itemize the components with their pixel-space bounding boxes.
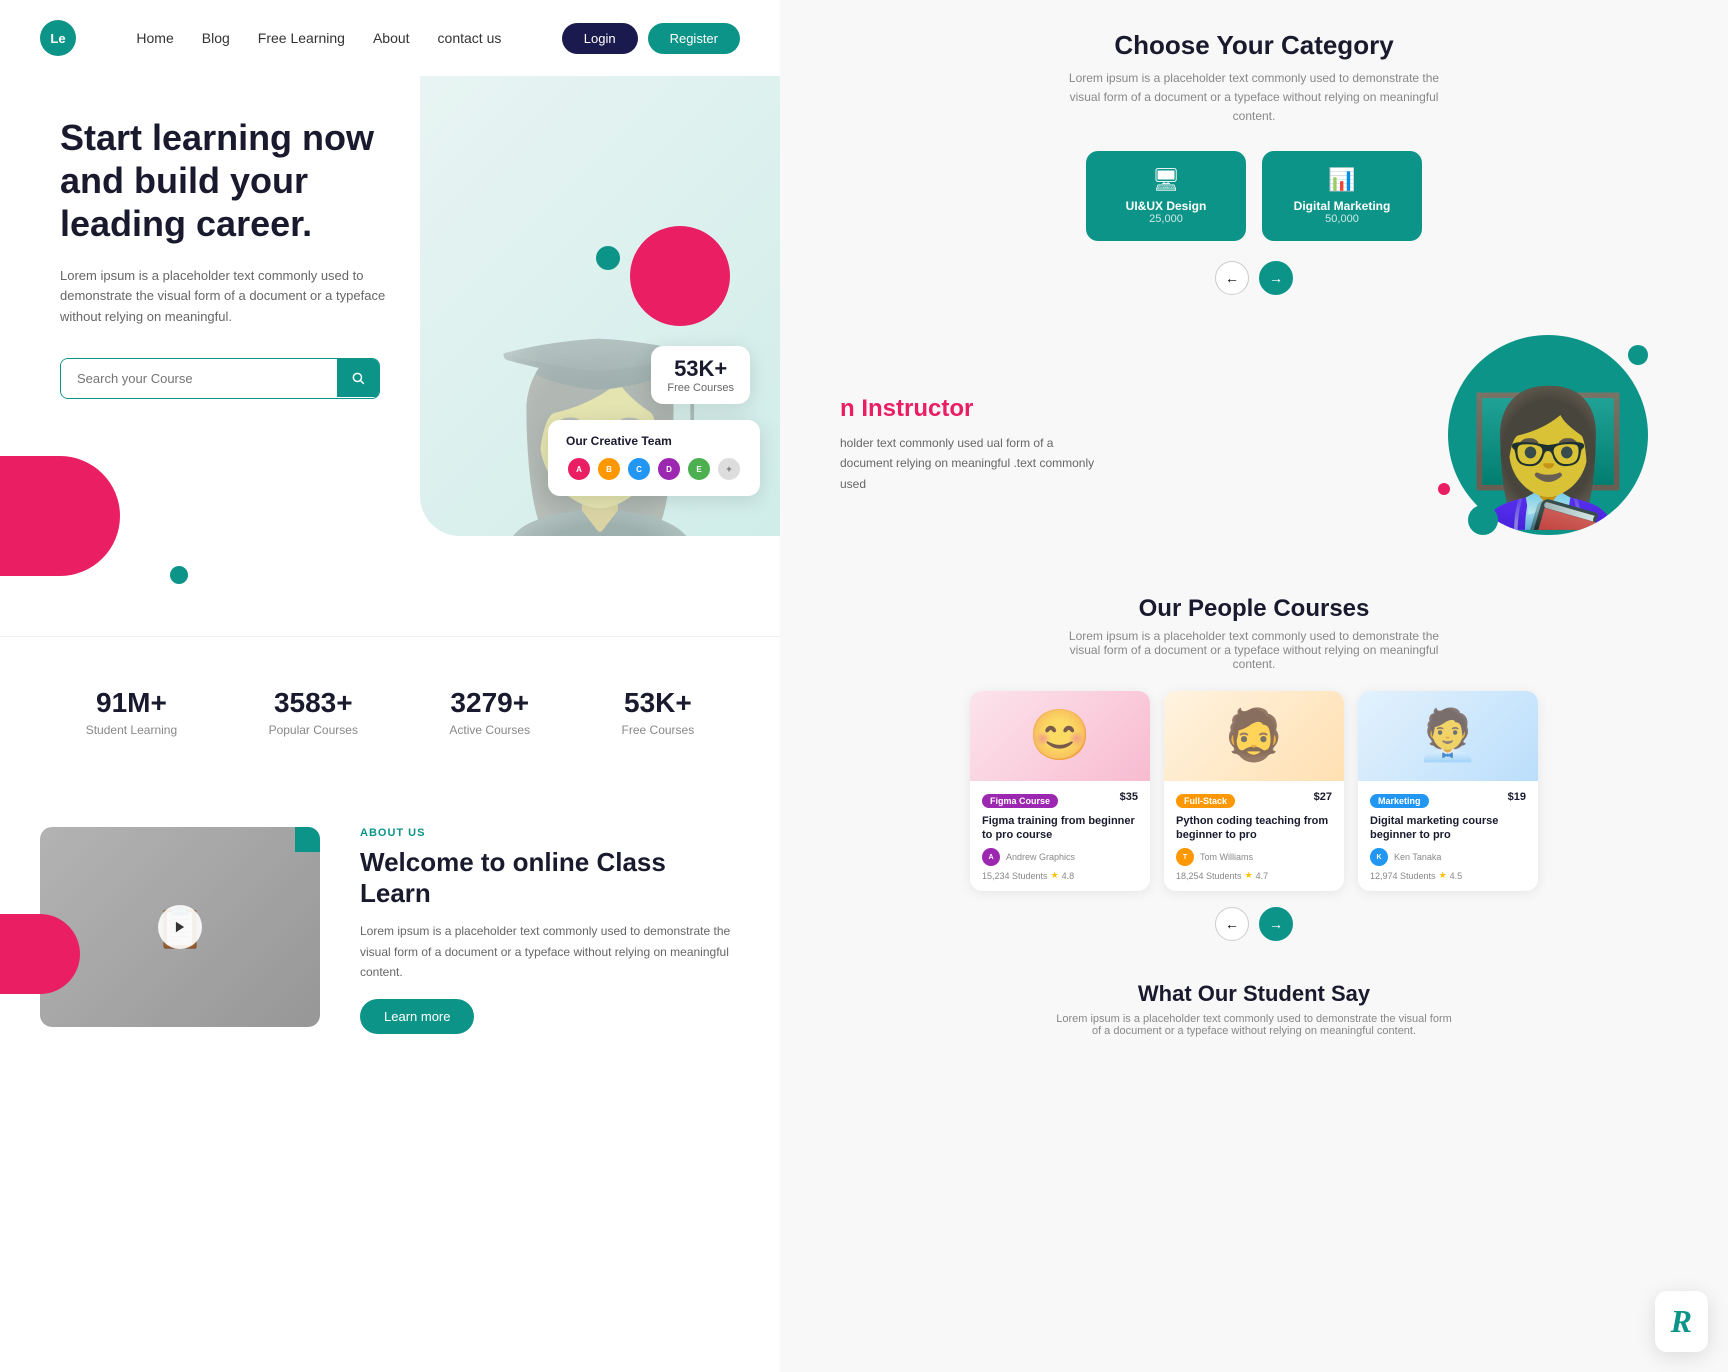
about-text: ABOUT US Welcome to online Class Learn L… bbox=[360, 827, 740, 1034]
instructor-title: n Instructor bbox=[840, 395, 1418, 423]
courses-section: Our People Courses Lorem ipsum is a plac… bbox=[780, 575, 1728, 962]
avatar-4: D bbox=[656, 456, 682, 482]
hero-description: Lorem ipsum is a placeholder text common… bbox=[60, 266, 400, 328]
team-card: Our Creative Team A B C D E + bbox=[548, 420, 760, 496]
hero-text: Start learning now and build your leadin… bbox=[60, 116, 440, 399]
cat-card-uiux[interactable]: 🖥 UI&UX Design 25,000 bbox=[1086, 151, 1246, 241]
course-cards: 😊 Figma Course $35 Figma training from b… bbox=[840, 691, 1668, 892]
avatar-1: A bbox=[566, 456, 592, 482]
nav-home[interactable]: Home bbox=[136, 30, 173, 46]
nav-free-learning[interactable]: Free Learning bbox=[258, 30, 345, 46]
course-rating-figma: 15,234 Students ★ 4.8 bbox=[982, 870, 1138, 881]
course-img-figma: 😊 bbox=[970, 691, 1150, 781]
nav-links: Home Blog Free Learning About contact us bbox=[106, 30, 532, 46]
stats-row: 91M+ Student Learning 3583+ Popular Cour… bbox=[0, 636, 780, 767]
search-bar bbox=[60, 358, 380, 399]
instructor-avatar-3: K bbox=[1370, 848, 1388, 866]
hero-section: Start learning now and build your leadin… bbox=[0, 76, 780, 556]
marketing-icon: 📊 bbox=[1328, 167, 1355, 193]
courses-badge: 53K+ Free Courses bbox=[651, 346, 750, 404]
course-card-marketing[interactable]: 🧑‍💼 Marketing $19 Digital marketing cour… bbox=[1358, 691, 1538, 892]
course-card-figma[interactable]: 😊 Figma Course $35 Figma training from b… bbox=[970, 691, 1150, 892]
course-img-marketing: 🧑‍💼 bbox=[1358, 691, 1538, 781]
student-say-section: What Our Student Say Lorem ipsum is a pl… bbox=[780, 961, 1728, 1057]
instructor-image: 👩‍🏫 bbox=[1448, 335, 1668, 555]
search-input[interactable] bbox=[61, 359, 337, 398]
category-nav: ← → bbox=[840, 261, 1668, 295]
play-button[interactable] bbox=[158, 905, 202, 949]
teal-circle-video bbox=[295, 827, 320, 852]
avatar-more: + bbox=[716, 456, 742, 482]
stat-active: 3279+ Active Courses bbox=[449, 687, 530, 737]
course-img-python: 🧔 bbox=[1164, 691, 1344, 781]
uiux-icon: 🖥 bbox=[1152, 167, 1180, 193]
register-button[interactable]: Register bbox=[648, 23, 740, 54]
about-section: 📋 ABOUT US Welcome to online Class Learn… bbox=[0, 787, 780, 1074]
learn-more-button[interactable]: Learn more bbox=[360, 999, 474, 1034]
cat-card-marketing[interactable]: 📊 Digital Marketing 50,000 bbox=[1262, 151, 1422, 241]
nav-contact[interactable]: contact us bbox=[438, 30, 502, 46]
course-body-marketing: Marketing $19 Digital marketing course b… bbox=[1358, 781, 1538, 892]
login-button[interactable]: Login bbox=[562, 23, 638, 54]
courses-prev-button[interactable]: ← bbox=[1215, 907, 1249, 941]
instructor-desc: holder text commonly used ual form of a … bbox=[840, 433, 1100, 494]
pink-shape-bottom bbox=[0, 914, 80, 994]
teal-dot-decoration bbox=[596, 246, 620, 270]
courses-nav: ← → bbox=[840, 907, 1668, 941]
category-section: Choose Your Category Lorem ipsum is a pl… bbox=[780, 0, 1728, 315]
hero-title: Start learning now and build your leadin… bbox=[60, 116, 440, 246]
nav-buttons: Login Register bbox=[562, 23, 740, 54]
video-overlay bbox=[40, 827, 320, 1027]
teal-dot-left bbox=[170, 566, 188, 584]
avatar-5: E bbox=[686, 456, 712, 482]
category-cards: 🖥 UI&UX Design 25,000 📊 Digital Marketin… bbox=[840, 151, 1668, 241]
logo[interactable]: Le bbox=[40, 20, 76, 56]
instructor-text: n Instructor holder text commonly used u… bbox=[840, 395, 1418, 494]
course-meta-python: T Tom Williams bbox=[1176, 848, 1332, 866]
pink-dot-left bbox=[1438, 483, 1450, 495]
team-avatars: A B C D E + bbox=[566, 456, 742, 482]
watermark: R bbox=[1655, 1291, 1708, 1352]
pink-circle-decoration bbox=[630, 226, 730, 326]
navbar: Le Home Blog Free Learning About contact… bbox=[0, 0, 780, 76]
pink-shape-left bbox=[0, 456, 120, 576]
hero-image-area: 👩‍🎓 53K+ Free Courses Our Creative Team … bbox=[400, 76, 780, 556]
watermark-icon: R bbox=[1671, 1303, 1692, 1340]
instructor-section: n Instructor holder text commonly used u… bbox=[780, 315, 1728, 575]
teal-dot-bottom bbox=[1468, 505, 1498, 535]
avatar-2: B bbox=[596, 456, 622, 482]
search-button[interactable] bbox=[337, 359, 379, 397]
nav-blog[interactable]: Blog bbox=[202, 30, 230, 46]
stat-free: 53K+ Free Courses bbox=[622, 687, 695, 737]
course-card-python[interactable]: 🧔 Full-Stack $27 Python coding teaching … bbox=[1164, 691, 1344, 892]
course-meta-marketing: K Ken Tanaka bbox=[1370, 848, 1526, 866]
instructor-avatar-1: A bbox=[982, 848, 1000, 866]
instructor-avatar-2: T bbox=[1176, 848, 1194, 866]
nav-about[interactable]: About bbox=[373, 30, 410, 46]
course-rating-marketing: 12,974 Students ★ 4.5 bbox=[1370, 870, 1526, 881]
stat-students: 91M+ Student Learning bbox=[86, 687, 177, 737]
stat-popular: 3583+ Popular Courses bbox=[269, 687, 358, 737]
left-panel: Le Home Blog Free Learning About contact… bbox=[0, 0, 780, 1372]
courses-next-button[interactable]: → bbox=[1259, 907, 1293, 941]
avatar-3: C bbox=[626, 456, 652, 482]
course-body-python: Full-Stack $27 Python coding teaching fr… bbox=[1164, 781, 1344, 892]
right-panel: Choose Your Category Lorem ipsum is a pl… bbox=[780, 0, 1728, 1372]
about-video: 📋 bbox=[40, 827, 320, 1027]
course-meta-figma: A Andrew Graphics bbox=[982, 848, 1138, 866]
course-body-figma: Figma Course $35 Figma training from beg… bbox=[970, 781, 1150, 892]
teal-dot-top bbox=[1628, 345, 1648, 365]
cat-next-button[interactable]: → bbox=[1259, 261, 1293, 295]
cat-prev-button[interactable]: ← bbox=[1215, 261, 1249, 295]
course-rating-python: 18,254 Students ★ 4.7 bbox=[1176, 870, 1332, 881]
